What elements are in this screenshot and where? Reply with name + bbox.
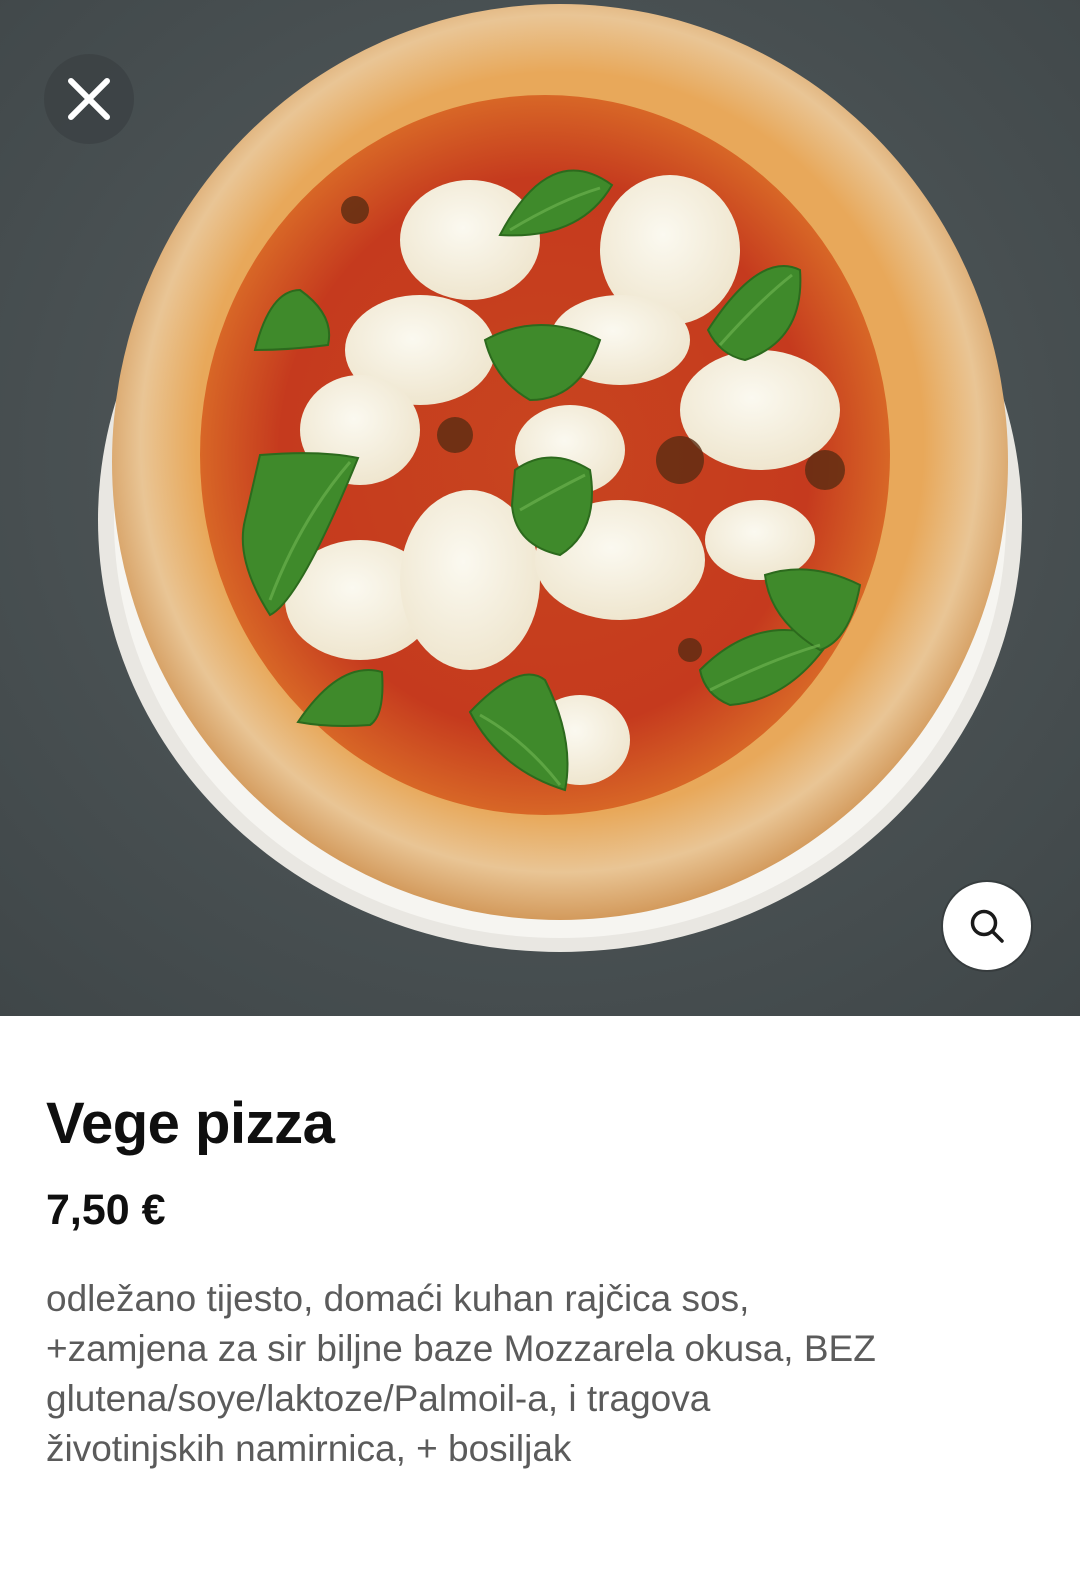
search-icon bbox=[970, 909, 1004, 943]
product-name: Vege pizza bbox=[46, 1091, 335, 1156]
pizza-photo bbox=[0, 0, 1080, 1016]
product-description: odležano tijesto, domaći kuhan rajčica s… bbox=[46, 1278, 876, 1469]
zoom-image-button[interactable] bbox=[943, 882, 1031, 970]
product-price: 7,50 € bbox=[46, 1186, 166, 1234]
product-details: Vege pizza 7,50 € odležano tijesto, doma… bbox=[0, 1016, 1080, 1573]
close-button[interactable] bbox=[44, 54, 134, 144]
close-icon bbox=[68, 78, 110, 120]
product-image bbox=[0, 0, 1080, 1016]
product-detail-screen: Vege pizza 7,50 € odležano tijesto, doma… bbox=[0, 0, 1080, 1573]
